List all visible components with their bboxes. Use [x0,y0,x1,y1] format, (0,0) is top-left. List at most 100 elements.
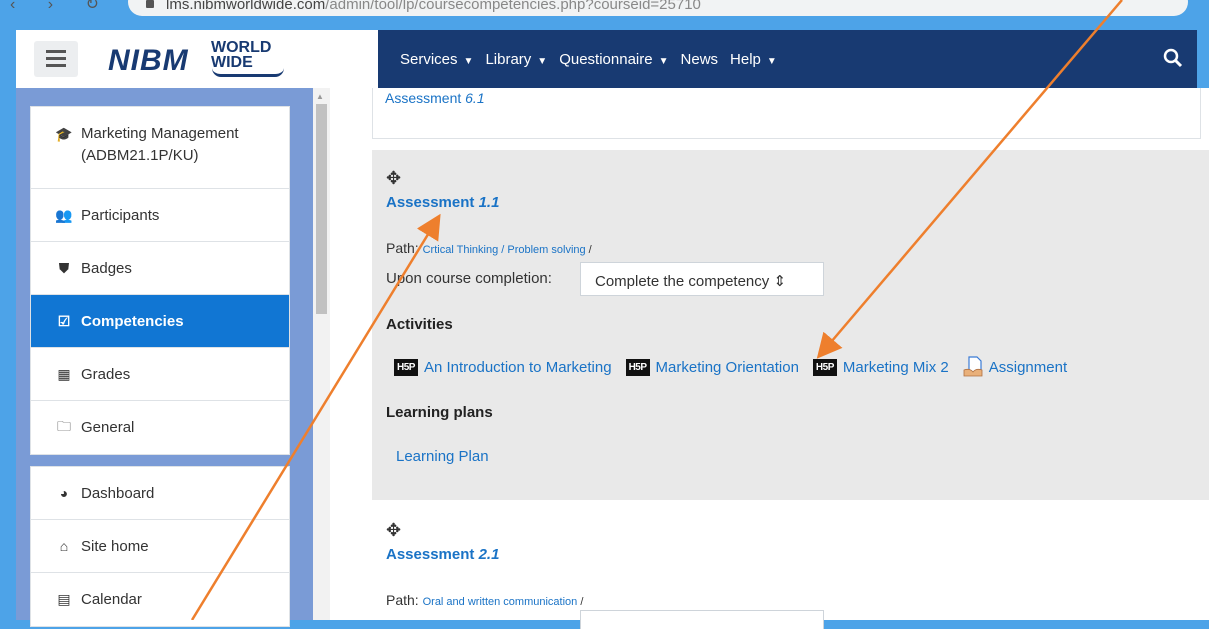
activity-item[interactable]: H5P An Introduction to Marketing [394,358,612,376]
activities-list: H5P An Introduction to Marketing H5P Marke… [394,356,1081,378]
course-title: Marketing Management [81,125,239,142]
menu-help-label: Help [730,50,761,68]
chevron-down-icon: ▼ [537,55,548,67]
logo-world-wide: WORLD WIDE [211,39,272,71]
graduation-cap-icon: 🎓 [55,126,73,142]
sidebar-item-competencies[interactable]: ☑ Competencies [31,295,289,348]
menu-library-label: Library [485,50,532,68]
check-square-icon: ☑ [57,312,71,329]
h5p-icon: H5P [394,358,418,376]
activity-link[interactable]: Marketing Orientation [656,359,799,376]
logo-world: WORLD [211,39,272,56]
sidebar-item-general[interactable]: 🗀 General [31,401,289,454]
path-label: Path: [386,240,419,256]
scrollbar-thumb[interactable] [316,104,327,314]
menu-questionnaire[interactable]: Questionnaire ▼ [559,51,668,68]
path-link[interactable]: Oral and written communication [423,596,578,608]
competency-title-link-2[interactable]: Assessment 2.1 [386,546,499,563]
menu-toggle-button[interactable] [34,41,78,77]
activity-link[interactable]: An Introduction to Marketing [424,359,612,376]
url-text[interactable]: lms.nibmworldwide.com/admin/tool/lp/cour… [166,0,701,13]
menu-services-label: Services [400,50,458,68]
competency-title-prefix: Assessment [386,194,479,211]
browser-nav-buttons[interactable]: ‹ › ↻ [10,0,113,14]
site-logo[interactable]: NIBM WORLD WIDE [108,38,308,80]
url-path: /admin/tool/lp/coursecompetencies.php?co… [325,0,701,13]
upon-completion-value: Complete the competency [595,273,770,290]
main-menu: Services ▼ Library ▼ Questionnaire ▼ News H… [400,30,789,88]
sidebar-item-badges[interactable]: ⛊ Badges [31,242,289,295]
sidebar-item-label: Badges [81,259,132,277]
assignment-icon [963,356,983,377]
competency-title-num: 2.1 [478,546,500,563]
menu-help[interactable]: Help ▼ [730,51,777,68]
menu-news-label: News [680,50,719,68]
upon-completion-select[interactable]: Complete the competency ⇕ [580,262,824,296]
sidebar-item-label: Dashboard [81,484,155,502]
sidebar-item-label: Grades [81,365,131,383]
h5p-icon: H5P [812,358,837,376]
lock-icon [146,0,154,8]
folder-icon: 🗀 [57,417,71,434]
sidebar-item-calendar[interactable]: ▤ Calendar [31,573,289,626]
logo-swoosh [212,68,284,77]
home-icon: ⌂ [59,538,69,554]
path-separator: / [585,244,592,256]
url-host: lms.nibmworldwide.com [166,0,326,13]
prev-assessment-link[interactable]: Assessment 6.1 [385,90,485,106]
chevron-down-icon: ▼ [463,55,474,67]
scroll-up-arrow-icon[interactable]: ▲ [316,92,324,101]
main-content: Assessment 6.1 ✥ Assessment 1.1 Path: Cr… [330,88,1209,629]
left-drawer: 🎓 Marketing Management (ADBM21.1P/KU) 👥 P… [16,88,330,627]
shield-icon: ⛊ [58,259,70,276]
competency-title-link[interactable]: Assessment 1.1 [386,194,499,211]
sidebar-item-dashboard[interactable]: ◕ Dashboard [31,467,289,520]
chevron-down-icon: ▼ [658,55,669,67]
select-arrows-icon: ⇕ [773,273,787,290]
prev-assessment-prefix: Assessment [385,90,466,106]
menu-questionnaire-label: Questionnaire [559,50,653,68]
course-code: (ADBM21.1P/KU) [81,147,199,164]
course-name: Marketing Management (ADBM21.1P/KU) [81,123,239,167]
move-icon[interactable]: ✥ [386,168,401,189]
activities-heading: Activities [386,316,453,333]
competency-card-1: ✥ Assessment 1.1 Path: Crtical Thinking … [372,150,1209,500]
sidebar-item-label: Calendar [81,591,142,608]
sidebar-item-grades[interactable]: ▦ Grades [31,348,289,401]
competency-path-2: Path: Oral and written communication / [386,592,583,608]
path-link[interactable]: Crtical Thinking / Problem solving [423,244,586,256]
search-icon[interactable] [1163,48,1183,68]
activity-item[interactable]: H5P Marketing Orientation [625,358,799,376]
menu-library[interactable]: Library ▼ [485,51,547,68]
sidebar-item-label: Site home [81,537,149,555]
menu-services[interactable]: Services ▼ [400,51,473,68]
chevron-down-icon: ▼ [766,55,777,67]
table-icon: ▦ [57,365,71,382]
upon-completion-label: Upon course completion: [386,270,552,287]
competency-title-num: 1.1 [478,194,500,211]
sidebar-item-label: Competencies [81,312,184,330]
sidebar-item-site-home[interactable]: ⌂ Site home [31,520,289,573]
activity-item[interactable]: Assignment [963,356,1067,378]
sidebar-item-course[interactable]: 🎓 Marketing Management (ADBM21.1P/KU) [31,107,289,189]
sidebar-item-label: General [81,419,135,436]
sidebar-item-participants[interactable]: 👥 Participants [31,189,289,242]
learning-plans-heading: Learning plans [386,404,493,421]
learning-plan-link[interactable]: Learning Plan [396,448,489,465]
path-separator: / [577,596,584,608]
calendar-icon: ▤ [57,591,71,607]
dashboard-icon: ◕ [59,485,69,501]
prev-assessment-num: 6.1 [465,90,485,106]
top-navbar: NIBM WORLD WIDE Services ▼ Library ▼ Quest… [16,30,1197,88]
move-icon[interactable]: ✥ [386,520,401,541]
logo-nibm: NIBM [108,44,189,77]
menu-news[interactable]: News [681,51,719,68]
browser-url-bar: ‹ › ↻ lms.nibmworldwide.com/admin/tool/l… [0,0,1209,20]
activity-link[interactable]: Marketing Mix 2 [843,359,949,376]
activity-link[interactable]: Assignment [989,359,1067,376]
course-nav-block: 🎓 Marketing Management (ADBM21.1P/KU) 👥 P… [30,106,290,455]
competency-title-prefix: Assessment [386,546,479,563]
sidebar-item-label: Participants [81,206,160,224]
activity-item[interactable]: H5P Marketing Mix 2 [812,358,949,376]
competency-path: Path: Crtical Thinking / Problem solving… [386,240,592,256]
